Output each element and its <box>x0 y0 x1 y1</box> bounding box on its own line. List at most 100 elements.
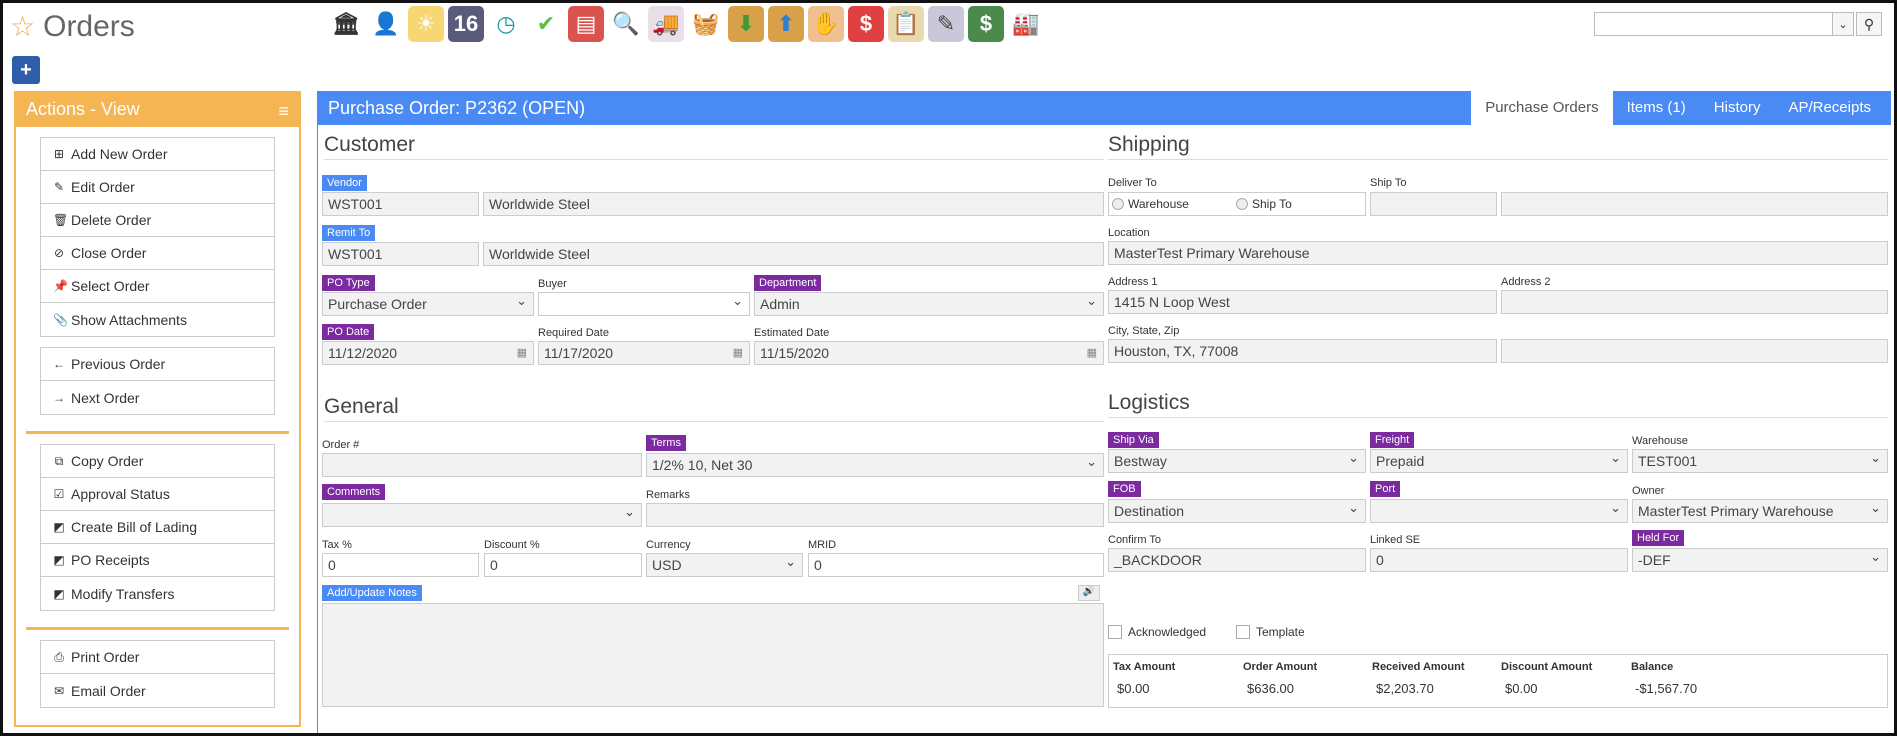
calendar-icon[interactable]: ▦ <box>733 346 743 359</box>
copy-order-button[interactable]: ⧉ Copy Order <box>41 445 274 478</box>
speaker-icon[interactable]: 🔊 <box>1078 585 1100 601</box>
select-order-button[interactable]: 📌 Select Order <box>41 270 274 303</box>
discount-percent-field[interactable]: 0 <box>484 553 642 577</box>
tax-percent-field[interactable]: 0 <box>322 553 479 577</box>
held-for-label: Held For <box>1632 530 1685 546</box>
search-button[interactable]: ⚲ <box>1856 12 1882 36</box>
close-order-button[interactable]: ⊘ Close Order <box>41 237 274 270</box>
order-number-field[interactable] <box>322 453 642 477</box>
ship-to-label: Ship To <box>1370 177 1407 189</box>
required-date-field[interactable]: 11/17/2020 ▦ <box>538 341 750 365</box>
owner-select[interactable]: MasterTest Primary Warehouse <box>1632 499 1888 523</box>
owner-value: MasterTest Primary Warehouse <box>1638 503 1834 519</box>
box-in-icon[interactable]: ⬇ <box>728 6 764 42</box>
address1-field[interactable]: 1415 N Loop West <box>1108 290 1497 314</box>
search-dropdown-toggle[interactable]: ⌄ <box>1832 12 1854 36</box>
tab-purchase-orders[interactable]: Purchase Orders <box>1471 91 1613 125</box>
action-label: Create Bill of Lading <box>71 519 198 535</box>
pin-icon: 📌 <box>53 279 68 293</box>
hamburger-menu-icon[interactable]: ≡ <box>278 101 289 122</box>
edit-order-button[interactable]: ✎ Edit Order <box>41 171 274 204</box>
vendor-name-field[interactable]: Worldwide Steel <box>483 192 1104 216</box>
comments-select[interactable] <box>322 503 642 527</box>
checkmark-icon[interactable]: ✔ <box>528 6 564 42</box>
department-select[interactable]: Admin <box>754 292 1104 316</box>
vendor-code-field[interactable]: WST001 <box>322 192 479 216</box>
terms-select[interactable]: 1/2% 10, Net 30 <box>646 453 1104 477</box>
delete-order-button[interactable]: 🗑 Delete Order <box>41 204 274 237</box>
money-icon[interactable]: $ <box>968 6 1004 42</box>
star-icon[interactable]: ☆ <box>10 13 35 41</box>
fob-select[interactable]: Destination <box>1108 499 1366 523</box>
person-icon[interactable]: 👤 <box>368 6 404 42</box>
balance-label: Balance <box>1631 661 1674 673</box>
radio-ship-to[interactable]: Ship To <box>1236 197 1292 211</box>
tab-ap-receipts[interactable]: AP/Receipts <box>1774 91 1885 125</box>
pencil-pad-icon[interactable]: ✎ <box>928 6 964 42</box>
linked-se-field[interactable]: 0 <box>1370 548 1628 572</box>
action-label: Email Order <box>71 682 146 699</box>
create-bill-of-lading-button[interactable]: ◩ Create Bill of Lading <box>41 511 274 544</box>
discount-amount-value: $0.00 <box>1505 681 1538 696</box>
warehouse-select[interactable]: TEST001 <box>1632 449 1888 473</box>
action-label: Modify Transfers <box>71 585 175 602</box>
weather-icon[interactable]: ☀ <box>408 6 444 42</box>
add-new-order-button[interactable]: ⊞ Add New Order <box>41 138 274 171</box>
template-checkbox[interactable]: Template <box>1236 625 1305 639</box>
po-type-select[interactable]: Purchase Order <box>322 292 534 316</box>
modify-transfers-button[interactable]: ◩ Modify Transfers <box>41 577 274 610</box>
previous-order-button[interactable]: ← Previous Order <box>41 348 274 381</box>
ship-to-name-field[interactable] <box>1501 192 1888 216</box>
mrid-field[interactable]: 0 <box>808 553 1104 577</box>
calendar-icon[interactable]: ▦ <box>517 346 527 359</box>
warehouse-value: TEST001 <box>1638 453 1698 469</box>
search-input[interactable] <box>1594 12 1841 36</box>
radio-warehouse[interactable]: Warehouse <box>1112 197 1189 211</box>
email-order-button[interactable]: ✉ Email Order <box>41 674 274 707</box>
buyer-select[interactable] <box>538 292 750 316</box>
factory-icon[interactable]: 🏭 <box>1008 6 1044 42</box>
page-title: ☆ Orders <box>10 10 135 44</box>
calendar-icon[interactable]: ▦ <box>1087 346 1097 359</box>
estimated-date-field[interactable]: 11/15/2020 ▦ <box>754 341 1104 365</box>
approval-status-button[interactable]: ☑ Approval Status <box>41 478 274 511</box>
acknowledged-checkbox[interactable]: Acknowledged <box>1108 625 1206 639</box>
bank-icon[interactable]: 🏛 <box>328 6 364 42</box>
print-order-button[interactable]: ⎙ Print Order <box>41 641 274 674</box>
freight-select[interactable]: Prepaid <box>1370 449 1628 473</box>
radio-ship-to-label: Ship To <box>1252 197 1292 211</box>
city-state-zip-field[interactable]: Houston, TX, 77008 <box>1108 339 1497 363</box>
magnifier-icon[interactable]: 🔍 <box>608 6 644 42</box>
sidebar-header: Actions - View ≡ <box>16 93 299 127</box>
clock-icon[interactable]: ◷ <box>488 6 524 42</box>
location-field[interactable]: MasterTest Primary Warehouse <box>1108 241 1888 265</box>
show-attachments-button[interactable]: 📎 Show Attachments <box>41 303 274 336</box>
ledger-icon[interactable]: ▤ <box>568 6 604 42</box>
port-select[interactable] <box>1370 499 1628 523</box>
remarks-field[interactable] <box>646 503 1104 527</box>
ship-to-code-field[interactable] <box>1370 192 1497 216</box>
held-for-select[interactable]: -DEF <box>1632 548 1888 572</box>
city-state-zip-extra-field[interactable] <box>1501 339 1888 363</box>
dollar-chat-icon[interactable]: $ <box>848 6 884 42</box>
add-button[interactable]: + <box>12 56 40 84</box>
address2-field[interactable] <box>1501 290 1888 314</box>
hand-box-icon[interactable]: ✋ <box>808 6 844 42</box>
tab-items[interactable]: Items (1) <box>1613 91 1700 125</box>
comments-label: Comments <box>322 484 386 500</box>
box-out-icon[interactable]: ⬆ <box>768 6 804 42</box>
remit-code-field[interactable]: WST001 <box>322 242 479 266</box>
basket-icon[interactable]: 🧺 <box>688 6 724 42</box>
next-order-button[interactable]: → Next Order <box>41 381 274 414</box>
currency-select[interactable]: USD <box>646 553 803 577</box>
remit-name-field[interactable]: Worldwide Steel <box>483 242 1104 266</box>
po-date-field[interactable]: 11/12/2020 ▦ <box>322 341 534 365</box>
calendar-16-icon[interactable]: 16 <box>448 6 484 42</box>
tab-history[interactable]: History <box>1700 91 1775 125</box>
ship-via-select[interactable]: Bestway <box>1108 449 1366 473</box>
notes-textarea[interactable] <box>322 603 1104 707</box>
confirm-to-field[interactable]: _BACKDOOR <box>1108 548 1366 572</box>
truck-icon[interactable]: 🚚 <box>648 6 684 42</box>
po-receipts-button[interactable]: ◩ PO Receipts <box>41 544 274 577</box>
clipboard-icon[interactable]: 📋 <box>888 6 924 42</box>
